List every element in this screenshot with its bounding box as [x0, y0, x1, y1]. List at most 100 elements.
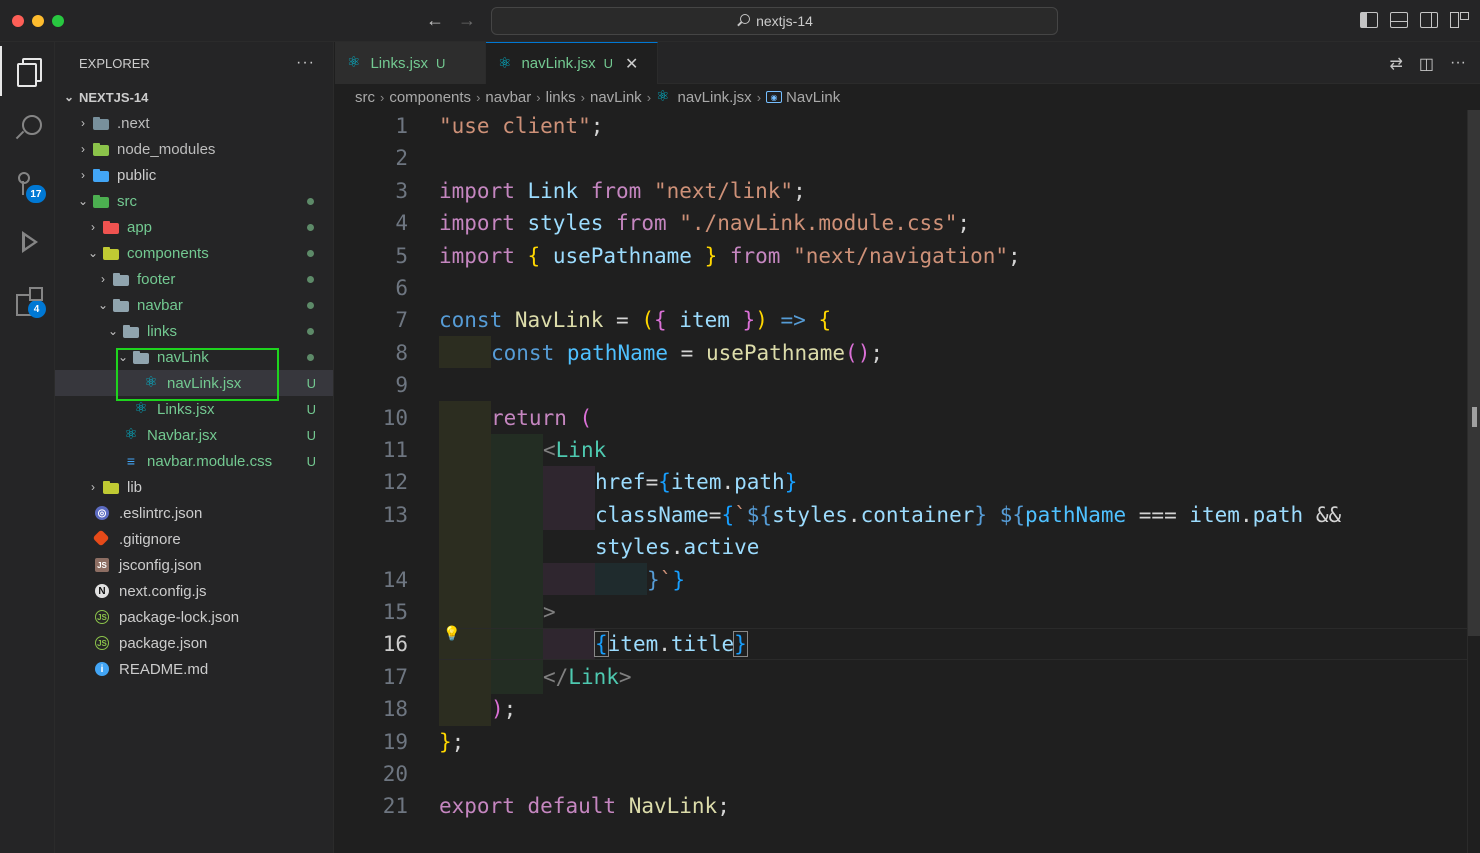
toggle-panel-icon[interactable]	[1390, 12, 1408, 28]
line-number: 21	[382, 794, 408, 818]
customize-layout-icon[interactable]	[1450, 12, 1469, 28]
breadcrumb-item[interactable]: src	[355, 89, 375, 106]
split-editor-icon[interactable]: ◫	[1419, 54, 1434, 74]
close-window-button[interactable]	[12, 15, 24, 27]
explorer-header: EXPLORER ···	[55, 42, 333, 84]
react-icon: ⚛	[124, 426, 138, 443]
tree-item-label: public	[117, 166, 157, 184]
chevron-right-icon: ›	[81, 116, 85, 130]
tree-item-label: navbar.module.css	[147, 452, 273, 470]
more-actions-icon[interactable]: ···	[296, 54, 315, 72]
editor-actions: ⇄ ◫ ···	[1389, 54, 1466, 74]
breadcrumb-item[interactable]: navLink	[590, 89, 642, 106]
scrollbar-thumb[interactable]	[1468, 110, 1480, 636]
code-line-15: >	[543, 600, 556, 624]
tree-item-navbar-css[interactable]: ≡ navbar.module.css U	[55, 448, 333, 474]
breadcrumb-item[interactable]: navLink.jsx	[677, 89, 751, 106]
tree-item-lib[interactable]: › lib	[55, 474, 333, 500]
tree-item-app[interactable]: › app	[55, 214, 333, 240]
code-line-18: );	[491, 697, 517, 721]
tree-item-package-lock[interactable]: JS package-lock.json	[55, 604, 333, 630]
compare-changes-icon[interactable]: ⇄	[1389, 54, 1402, 74]
tree-item-public[interactable]: › public	[55, 162, 333, 188]
react-icon: ⚛	[347, 54, 361, 71]
tab-links-jsx[interactable]: ⚛ Links.jsx U	[335, 42, 486, 84]
tree-item-links[interactable]: ⌄ links	[55, 318, 333, 344]
files-icon	[15, 57, 43, 87]
line-number: 11	[382, 438, 408, 462]
tree-item-eslintrc[interactable]: ◎ .eslintrc.json	[55, 500, 333, 526]
modified-dot	[307, 302, 314, 309]
tree-item-navbar-jsx[interactable]: ⚛ Navbar.jsx U	[55, 422, 333, 448]
breadcrumb-item[interactable]: links	[546, 89, 576, 106]
tree-item-next[interactable]: › .next	[55, 110, 333, 136]
minimize-window-button[interactable]	[32, 15, 44, 27]
tree-item-label: app	[127, 218, 153, 236]
code-line-14: }`}	[647, 568, 685, 592]
close-icon[interactable]: ✕	[625, 54, 638, 74]
folder-icon	[103, 220, 119, 234]
tree-item-navlink-jsx[interactable]: ⚛ navLink.jsx U	[55, 370, 333, 396]
forward-arrow-icon[interactable]: →	[457, 10, 477, 31]
maximize-window-button[interactable]	[52, 15, 64, 27]
line-number: 12	[382, 470, 408, 494]
chevron-down-icon: ⌄	[63, 90, 75, 104]
folder-icon	[93, 116, 109, 130]
line-number: 2	[395, 146, 408, 170]
line-number: 20	[382, 762, 408, 786]
untracked-status: U	[306, 401, 316, 417]
tree-item-components[interactable]: ⌄ components	[55, 240, 333, 266]
line-number: 14	[382, 568, 408, 592]
chevron-down-icon: ⌄	[107, 324, 119, 338]
tree-item-next-config[interactable]: N next.config.js	[55, 578, 333, 604]
folder-icon	[113, 272, 129, 286]
activity-search[interactable]	[0, 102, 55, 152]
breadcrumb-item[interactable]: components	[389, 89, 471, 106]
css-icon: ≡	[126, 453, 136, 469]
line-number: 18	[382, 697, 408, 721]
more-actions-icon[interactable]: ···	[1450, 54, 1466, 74]
line-number: 13	[382, 503, 408, 527]
project-section[interactable]: ⌄ NEXTJS-14	[55, 84, 333, 110]
activity-run-debug[interactable]	[0, 217, 55, 267]
code-line-10: return (	[491, 406, 593, 430]
scrollbar-cursor-marker	[1472, 407, 1477, 427]
modified-dot	[307, 198, 314, 205]
tree-item-gitignore[interactable]: .gitignore	[55, 526, 333, 552]
toggle-secondary-sidebar-icon[interactable]	[1420, 12, 1438, 28]
activity-source-control[interactable]: 17	[0, 160, 55, 210]
tree-item-package[interactable]: JS package.json	[55, 630, 333, 656]
breadcrumb-item[interactable]: NavLink	[786, 89, 840, 106]
tree-item-jsconfig[interactable]: JS jsconfig.json	[55, 552, 333, 578]
activity-explorer[interactable]	[0, 46, 55, 96]
editor-scrollbar[interactable]	[1467, 110, 1480, 853]
indent-guide	[543, 466, 595, 530]
tree-item-navlink-folder[interactable]: ⌄ navLink	[55, 344, 333, 370]
back-arrow-icon[interactable]: ←	[425, 10, 445, 31]
tab-navlink-jsx[interactable]: ⚛ navLink.jsx U ✕	[486, 42, 658, 84]
nodejs-icon: JS	[95, 636, 111, 650]
code-editor[interactable]: 💡 1 2 3 4 5 6 7 8 9 10 11 12 13 14 15 16…	[335, 110, 1467, 853]
modified-dot	[307, 224, 314, 231]
line-number: 16	[382, 632, 408, 656]
folder-open-icon	[113, 298, 129, 312]
activity-extensions[interactable]: 4	[0, 275, 55, 325]
command-center[interactable]: nextjs-14	[491, 7, 1058, 35]
code-line-4: import styles from "./navLink.module.css…	[439, 211, 971, 235]
tree-item-navbar[interactable]: ⌄ navbar	[55, 292, 333, 318]
breadcrumb-item[interactable]: navbar	[485, 89, 531, 106]
tree-item-node-modules[interactable]: › node_modules	[55, 136, 333, 162]
folder-open-icon	[123, 324, 139, 338]
tab-label: navLink.jsx	[521, 55, 596, 72]
tree-item-readme[interactable]: i README.md	[55, 656, 333, 682]
tree-item-links-jsx[interactable]: ⚛ Links.jsx U	[55, 396, 333, 422]
current-line-highlight	[439, 628, 1467, 660]
explorer-title: EXPLORER	[79, 55, 150, 71]
folder-open-icon	[103, 246, 119, 260]
line-number: 6	[395, 276, 408, 300]
tree-item-src[interactable]: ⌄ src	[55, 188, 333, 214]
lightbulb-icon[interactable]: 💡	[443, 626, 460, 642]
chevron-right-icon: ›	[646, 89, 652, 105]
tree-item-footer[interactable]: › footer	[55, 266, 333, 292]
toggle-primary-sidebar-icon[interactable]	[1360, 12, 1378, 28]
